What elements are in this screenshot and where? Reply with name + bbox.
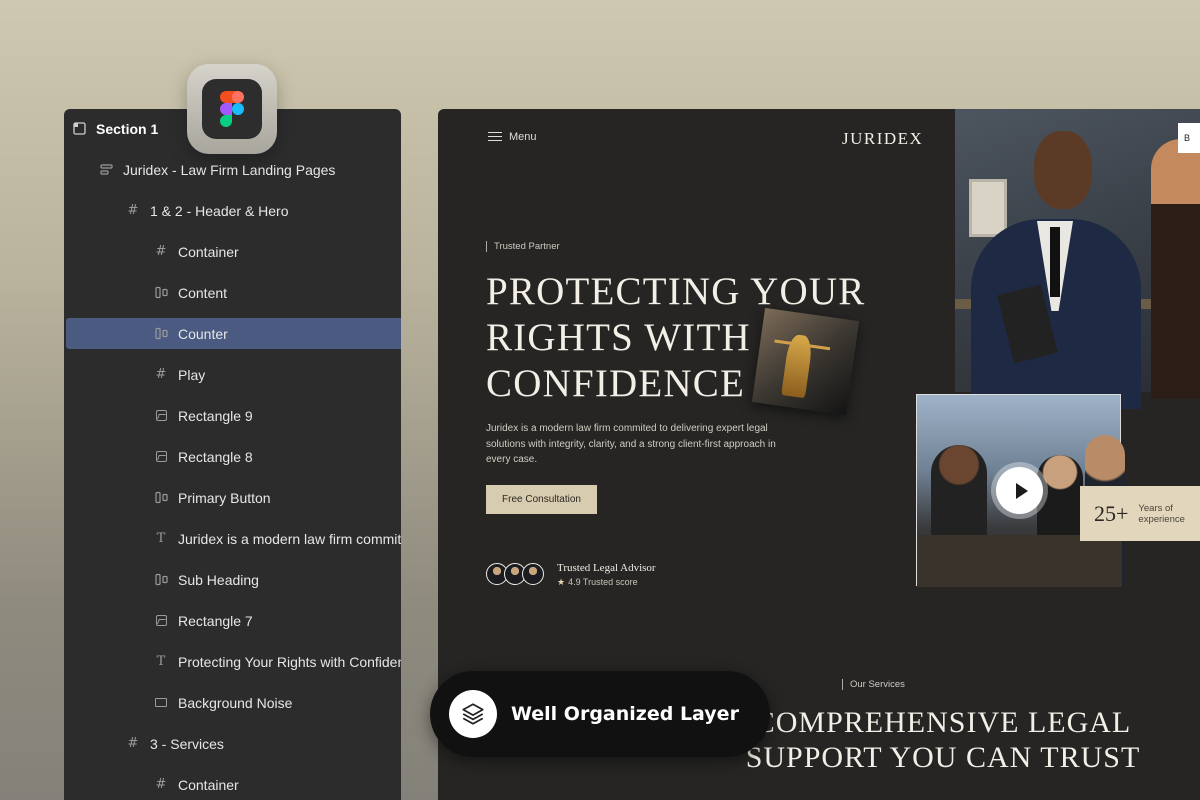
avatar bbox=[522, 563, 544, 585]
hero-title-line: PROTECTING YOUR bbox=[486, 270, 866, 313]
services-sub-heading: Our Services bbox=[842, 679, 905, 690]
top-nav-button[interactable]: B bbox=[1178, 123, 1200, 153]
free-consultation-button[interactable]: Free Consultation bbox=[486, 485, 597, 514]
layer-label: Rectangle 8 bbox=[178, 448, 253, 465]
layer-label: Protecting Your Rights with Confidenc bbox=[178, 653, 401, 670]
experience-counter: 25+ Years of experience bbox=[1080, 486, 1200, 541]
horizontal-layout-icon bbox=[154, 573, 168, 587]
layers-panel: Section 1 Juridex - Law Firm Landing Page… bbox=[64, 109, 401, 800]
layer-label: Content bbox=[178, 284, 228, 301]
text-icon: T bbox=[156, 531, 166, 546]
layer-item[interactable]: T Protecting Your Rights with Confidenc bbox=[64, 646, 401, 677]
trust-score-text: 4.9 Trusted score bbox=[568, 577, 638, 587]
trust-score: ★ 4.9 Trusted score bbox=[557, 577, 638, 588]
image-icon bbox=[154, 409, 168, 423]
layer-item[interactable]: Primary Button bbox=[64, 482, 401, 513]
play-icon[interactable] bbox=[996, 467, 1043, 514]
layer-label: Rectangle 9 bbox=[178, 407, 253, 424]
layer-item[interactable]: Juridex - Law Firm Landing Pages bbox=[64, 154, 401, 185]
layer-item[interactable]: Background Noise bbox=[64, 687, 401, 718]
layer-label: Juridex - Law Firm Landing Pages bbox=[123, 161, 336, 178]
layer-label: Container bbox=[178, 776, 239, 793]
layer-label: Container bbox=[178, 243, 239, 260]
layer-item[interactable]: # Play bbox=[64, 359, 401, 390]
auto-layout-icon bbox=[99, 163, 113, 177]
layer-item[interactable]: #3 - Services bbox=[64, 728, 401, 759]
hero-sub-heading: Trusted Partner bbox=[486, 241, 560, 252]
badge-label: Well Organized Layer bbox=[511, 703, 739, 725]
menu-button[interactable]: Menu bbox=[488, 131, 537, 143]
layer-item[interactable]: Sub Heading bbox=[64, 564, 401, 595]
counter-label: Years of experience bbox=[1138, 503, 1184, 525]
layer-item[interactable]: # Container bbox=[64, 769, 401, 800]
figma-app-icon bbox=[187, 64, 277, 154]
hero-description: Juridex is a modern law firm commited to… bbox=[486, 423, 776, 465]
layer-label: Juridex is a modern law firm commite bbox=[178, 530, 401, 547]
layer-label: 3 - Services bbox=[150, 735, 224, 752]
layer-label: Rectangle 7 bbox=[178, 612, 253, 629]
horizontal-layout-icon bbox=[154, 327, 168, 341]
layer-item[interactable]: Rectangle 9 bbox=[64, 400, 401, 431]
layer-item[interactable]: #1 & 2 - Header & Hero bbox=[64, 195, 401, 226]
horizontal-layout-icon bbox=[154, 286, 168, 300]
frame-icon: # bbox=[155, 777, 167, 792]
layer-label: Background Noise bbox=[178, 694, 293, 711]
layer-label: Section 1 bbox=[96, 120, 159, 137]
layer-item[interactable]: Rectangle 8 bbox=[64, 441, 401, 472]
layer-label: Play bbox=[178, 366, 206, 383]
frame-icon: # bbox=[127, 736, 139, 751]
layer-item[interactable]: T Juridex is a modern law firm commite bbox=[64, 523, 401, 554]
section-icon bbox=[72, 122, 86, 136]
counter-value: 25+ bbox=[1094, 500, 1129, 526]
layer-item[interactable]: Content bbox=[64, 277, 401, 308]
star-icon: ★ bbox=[557, 577, 566, 587]
well-organized-badge: Well Organized Layer bbox=[430, 671, 770, 757]
layer-label: Sub Heading bbox=[178, 571, 259, 588]
frame-icon: # bbox=[155, 367, 167, 382]
rectangle-icon bbox=[154, 696, 168, 710]
scales-of-justice-image bbox=[751, 307, 860, 416]
layer-item[interactable]: Counter bbox=[66, 318, 401, 349]
advisor-avatars bbox=[486, 563, 544, 585]
frame-icon: # bbox=[155, 244, 167, 259]
services-title-line: SUPPORT YOU CAN TRUST bbox=[745, 741, 1141, 774]
figma-icon bbox=[202, 79, 262, 139]
menu-label: Menu bbox=[509, 131, 537, 143]
text-icon: T bbox=[156, 654, 166, 669]
layer-item[interactable]: Rectangle 7 bbox=[64, 605, 401, 636]
brand-logo[interactable]: JURIDEX bbox=[842, 129, 923, 149]
hamburger-icon bbox=[488, 132, 502, 142]
lawyers-team-image: B bbox=[955, 109, 1200, 409]
counter-label-line: experience bbox=[1138, 513, 1185, 525]
counter-label-line: Years of bbox=[1138, 502, 1173, 514]
layer-label: Primary Button bbox=[178, 489, 271, 506]
horizontal-layout-icon bbox=[154, 491, 168, 505]
layer-label: 1 & 2 - Header & Hero bbox=[150, 202, 289, 219]
layer-item[interactable]: # Container bbox=[64, 236, 401, 267]
layer-label: Counter bbox=[178, 325, 228, 342]
trust-title: Trusted Legal Advisor bbox=[557, 562, 656, 574]
frame-icon: # bbox=[127, 203, 139, 218]
layers-icon bbox=[449, 690, 497, 738]
image-icon bbox=[154, 614, 168, 628]
image-icon bbox=[154, 450, 168, 464]
